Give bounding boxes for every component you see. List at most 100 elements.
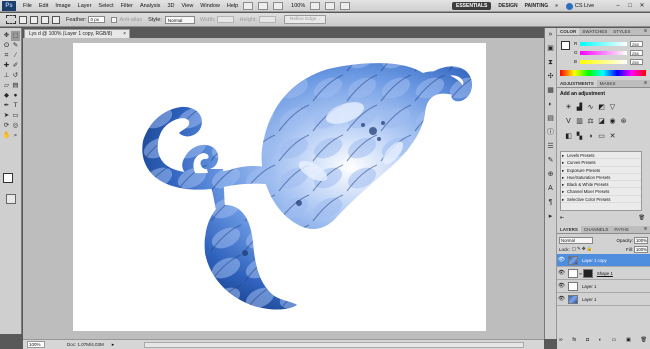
brush-presets-icon[interactable]: ✎ [545,154,556,168]
document-tab[interactable]: Lys d @ 100% (Layer 1 copy, RGB/8) × [24,29,130,38]
new-group-icon[interactable]: ▭ [612,337,617,345]
black-white-icon[interactable]: ◪ [596,117,607,127]
close-document-icon[interactable]: × [123,30,126,38]
type-tool-icon[interactable]: T [11,101,20,111]
history-brush-tool-icon[interactable]: ↺ [11,71,20,81]
green-slider[interactable] [580,50,627,55]
brush-tool-icon[interactable]: ✐ [11,61,20,71]
eyedropper-tool-icon[interactable]: ⁄ [11,51,20,61]
menu-image[interactable]: Image [55,3,70,9]
lock-transparent-icon[interactable]: ▢ [572,246,576,252]
opacity-input[interactable]: 100% [634,236,648,244]
color-spectrum-bar[interactable] [560,70,646,76]
panel-menu-icon[interactable]: ≡ [644,28,647,35]
height-input[interactable] [258,16,276,23]
posterize-icon[interactable]: ▚ [574,132,585,142]
3d-orbit-tool-icon[interactable]: ◎ [11,121,20,131]
visibility-eye-icon[interactable]: 👁 [557,257,566,263]
selective-color-icon[interactable]: ✕ [607,132,618,142]
path-selection-tool-icon[interactable]: ➤ [2,111,11,121]
lock-position-icon[interactable]: ✥ [582,246,586,252]
blue-value-input[interactable]: 255 [630,58,643,65]
subtract-selection-icon[interactable] [41,15,49,24]
clip-to-layer-icon[interactable]: ⇤ [560,215,564,223]
shape-tool-icon[interactable]: ▭ [11,111,20,121]
menu-file[interactable]: File [23,3,32,9]
minibridge-button[interactable] [258,1,269,10]
invert-icon[interactable]: ◧ [563,132,574,142]
crop-tool-icon[interactable]: ⌗ [2,51,11,61]
menu-edit[interactable]: Edit [39,3,48,9]
delete-layer-icon[interactable]: 🗑 [641,337,647,345]
refine-edge-button[interactable]: Refine Edge... [283,15,327,24]
animation-icon[interactable]: ☰ [545,140,556,154]
mask-link-icon[interactable]: ∞ [579,271,582,276]
layers-menu-icon[interactable]: ≡ [644,226,647,233]
gradient-map-icon[interactable]: ▭ [596,132,607,142]
menu-layer[interactable]: Layer [78,3,92,9]
hand-tool-button[interactable] [310,1,321,10]
blur-tool-icon[interactable]: ◆ [2,91,11,101]
intersect-selection-icon[interactable] [52,15,60,24]
dodge-tool-icon[interactable]: ● [11,91,20,101]
screen-mode-button[interactable] [325,1,336,10]
mini-bridge-icon[interactable]: ▣ [545,42,556,56]
tab-adjustments[interactable]: ADJUSTMENTS [557,80,597,87]
link-layers-icon[interactable]: ∞ [559,337,563,345]
spot-healing-tool-icon[interactable]: ✚ [2,61,11,71]
marquee-tool-preset-icon[interactable] [6,15,16,24]
channel-mixer-icon[interactable]: ⊛ [618,117,629,127]
style-select[interactable]: Normal [164,15,195,24]
layer-style-icon[interactable]: fx [572,337,576,345]
adjustments-menu-icon[interactable]: ≡ [644,80,647,87]
feather-input[interactable]: 0 px [88,16,106,23]
brightness-contrast-icon[interactable]: ☀ [563,103,574,113]
menu-help[interactable]: Help [227,3,238,9]
clone-source-icon[interactable]: ⊕ [545,168,556,182]
gradient-tool-icon[interactable]: ▤ [11,81,20,91]
color-swatches[interactable] [3,173,19,189]
navigator-icon[interactable]: ◐ [545,98,556,112]
exposure-icon[interactable]: ◩ [596,103,607,113]
preset-hue-saturation[interactable]: Hue/Saturation Presets [561,174,641,182]
red-value-input[interactable]: 255 [630,40,643,47]
preset-channel-mixer[interactable]: Channel Mixer Presets [561,188,641,196]
layer-row[interactable]: 👁 ∞ Shape 1 [557,267,650,280]
visibility-eye-icon[interactable]: 👁 [557,283,566,289]
new-layer-icon[interactable]: ▣ [626,337,631,345]
history-icon[interactable]: ⧗ [545,56,556,70]
character-icon[interactable]: A [545,182,556,196]
adjustment-delete-icon[interactable]: 🗑 [639,215,645,223]
pen-tool-icon[interactable]: ✒ [2,101,11,111]
new-selection-icon[interactable] [19,15,27,24]
eraser-tool-icon[interactable]: ▱ [2,81,11,91]
red-slider[interactable] [580,41,627,46]
fill-input[interactable]: 100% [634,245,648,253]
preset-levels[interactable]: Levels Presets [561,152,641,160]
zoom-level-menu[interactable]: 100% [291,3,305,9]
tab-swatches[interactable]: SWATCHES [579,28,610,35]
lock-image-icon[interactable]: ✎ [577,246,581,252]
preset-black-white[interactable]: Black & White Presets [561,181,641,189]
vibrance-icon[interactable]: ▽ [607,103,618,113]
quick-mask-icon[interactable] [6,194,16,204]
lock-all-icon[interactable]: 🔒 [587,246,593,252]
hand-tool-icon[interactable]: ✋ [2,131,11,141]
vibrance-v-icon[interactable]: V [563,117,574,127]
blue-slider[interactable] [580,59,627,64]
color-balance-icon[interactable]: ⚖ [585,117,596,127]
info-icon[interactable]: ⓘ [545,126,556,140]
layer-row[interactable]: 👁 Layer 1 copy [557,254,650,267]
visibility-eye-icon[interactable]: 👁 [557,270,566,276]
layer-row[interactable]: 👁 Layer 1 [557,293,650,306]
tool-presets-icon[interactable]: ▸ [545,210,556,224]
lasso-tool-icon[interactable]: ʘ [2,41,11,51]
tab-masks[interactable]: MASKS [597,80,619,87]
workspace-more[interactable]: » [555,3,558,9]
photo-filter-icon[interactable]: ◉ [607,117,618,127]
3d-panel-icon[interactable]: ✣ [545,70,556,84]
levels-icon[interactable]: ▟ [574,103,585,113]
clone-stamp-tool-icon[interactable]: ⊥ [2,71,11,81]
add-to-selection-icon[interactable] [30,15,38,24]
horizontal-scrollbar[interactable] [144,341,525,348]
